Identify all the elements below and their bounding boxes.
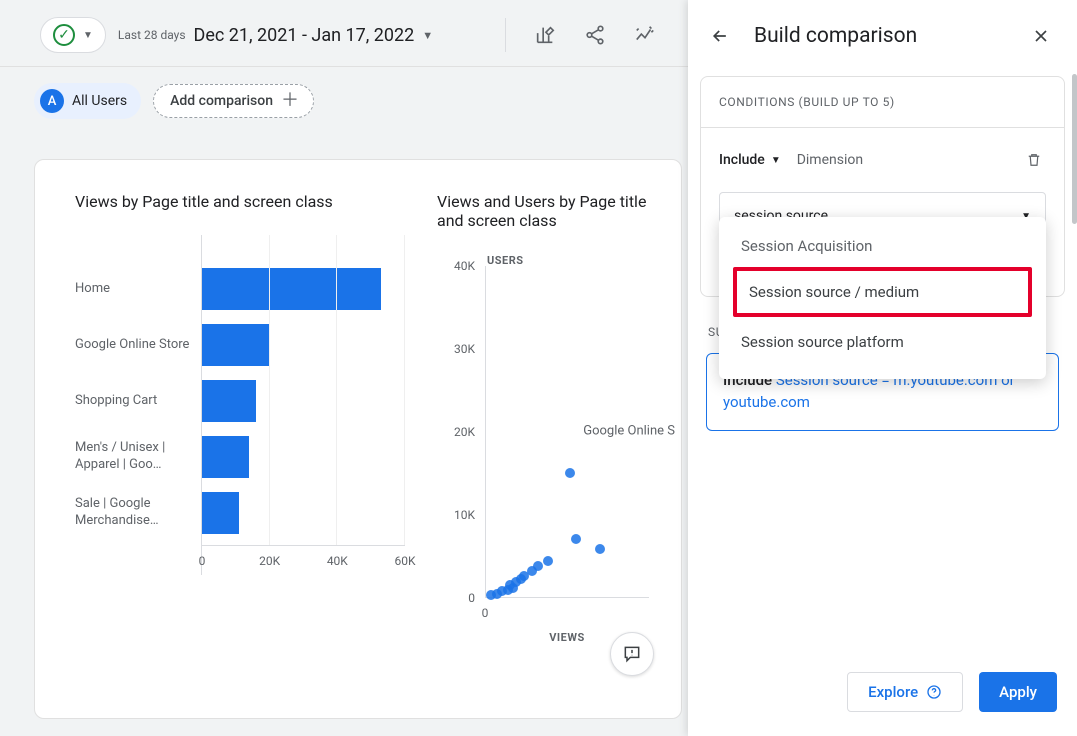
main-area: ✓ ▼ Last 28 days Dec 21, 2021 - Jan 17, …	[0, 0, 688, 736]
bar[interactable]	[202, 324, 270, 366]
delete-condition-button[interactable]	[1022, 148, 1046, 172]
scatter-x-label: VIEWS	[549, 631, 585, 644]
topbar: ✓ ▼ Last 28 days Dec 21, 2021 - Jan 17, …	[0, 16, 688, 67]
help-icon	[926, 684, 942, 700]
conditions-card: CONDITIONS (BUILD UP TO 5) Include ▼ Dim…	[700, 76, 1065, 297]
charts-card: Views by Page title and screen class Hom…	[34, 159, 682, 719]
scatter-point[interactable]	[565, 468, 575, 478]
panel-footer: Explore Apply	[688, 656, 1077, 736]
scatter-x-tick: 0	[482, 606, 489, 620]
scatter-point-label: Google Online S	[583, 424, 675, 439]
panel-header: Build comparison	[688, 0, 1077, 72]
scatter-y-tick: 0	[468, 591, 475, 605]
bar-x-tick: 40K	[327, 554, 348, 568]
apply-label: Apply	[999, 683, 1037, 701]
scatter-point[interactable]	[533, 561, 543, 571]
feedback-icon	[622, 644, 642, 664]
explore-button[interactable]: Explore	[847, 672, 963, 712]
chevron-down-icon: ▼	[771, 155, 781, 166]
bar-x-tick: 60K	[394, 554, 415, 568]
include-exclude-select[interactable]: Include ▼	[719, 152, 781, 168]
bar[interactable]	[202, 268, 381, 310]
bar-category-label: Men's / Unisex | Apparel | Goo…	[75, 429, 201, 485]
bar-row	[202, 261, 405, 317]
bar-x-tick: 20K	[259, 554, 280, 568]
add-comparison-label: Add comparison	[170, 93, 273, 109]
back-button[interactable]	[704, 20, 736, 52]
scatter-point[interactable]	[595, 544, 605, 554]
include-label: Include	[719, 152, 765, 168]
add-comparison-button[interactable]: Add comparison ＋	[153, 84, 314, 118]
bar-x-tick: 0	[199, 554, 206, 568]
bar-row	[202, 373, 405, 429]
bar[interactable]	[202, 436, 249, 478]
bar[interactable]	[202, 380, 256, 422]
dropdown-option[interactable]: Session source platform	[719, 319, 1046, 365]
customize-report-icon[interactable]	[526, 16, 564, 54]
check-circle-icon: ✓	[53, 24, 75, 46]
insights-icon[interactable]	[626, 16, 664, 54]
share-icon[interactable]	[576, 16, 614, 54]
pill-letter: A	[40, 89, 64, 113]
arrow-left-icon	[710, 26, 730, 46]
dimension-label: Dimension	[797, 152, 863, 168]
panel-body: CONDITIONS (BUILD UP TO 5) Include ▼ Dim…	[688, 72, 1077, 656]
bar-category-label: Shopping Cart	[75, 373, 201, 429]
trash-icon	[1025, 151, 1043, 169]
bar-category-label: Sale | Google Merchandise…	[75, 485, 201, 541]
chevron-down-icon: ▼	[83, 30, 93, 41]
scatter-y-tick: 20K	[454, 425, 475, 439]
bar-chart-title: Views by Page title and screen class	[75, 192, 405, 211]
date-range-value: Dec 21, 2021 - Jan 17, 2022	[194, 25, 415, 46]
scatter-y-tick: 40K	[454, 259, 475, 273]
bar-chart: Views by Page title and screen class Hom…	[75, 192, 405, 642]
feedback-button[interactable]	[610, 632, 654, 676]
scatter-point[interactable]	[571, 534, 581, 544]
status-chip[interactable]: ✓ ▼	[40, 17, 106, 53]
conditions-title: CONDITIONS (BUILD UP TO 5)	[701, 77, 1064, 128]
bar-row	[202, 317, 405, 373]
divider	[505, 18, 506, 52]
explore-label: Explore	[868, 683, 918, 701]
dropdown-group-header: Session Acquisition	[719, 227, 1046, 265]
bar-category-label: Google Online Store	[75, 317, 201, 373]
bar-category-label: Home	[75, 261, 201, 317]
dropdown-option[interactable]: Session source / medium	[733, 267, 1032, 317]
bar-row	[202, 429, 405, 485]
chevron-down-icon: ▼	[422, 29, 433, 42]
apply-button[interactable]: Apply	[979, 672, 1057, 712]
scatter-point[interactable]	[543, 556, 553, 566]
date-range-label: Last 28 days	[118, 28, 186, 42]
scrollbar[interactable]	[1072, 74, 1077, 224]
date-range-picker[interactable]: Last 28 days Dec 21, 2021 - Jan 17, 2022…	[118, 25, 433, 46]
close-icon	[1031, 26, 1051, 46]
bar[interactable]	[202, 492, 239, 534]
comparison-row: A All Users Add comparison ＋	[0, 67, 688, 135]
dimension-dropdown: Session Acquisition Session source / med…	[719, 217, 1046, 379]
pill-label: All Users	[72, 93, 127, 109]
comparison-pill-all-users[interactable]: A All Users	[34, 83, 141, 119]
scatter-chart: Views and Users by Page title and screen…	[437, 192, 653, 642]
build-comparison-panel: Build comparison CONDITIONS (BUILD UP TO…	[688, 0, 1077, 736]
bar-row	[202, 485, 405, 541]
panel-title: Build comparison	[754, 24, 1007, 48]
scatter-chart-title: Views and Users by Page title and screen…	[437, 192, 653, 230]
scatter-y-tick: 30K	[454, 342, 475, 356]
scatter-y-tick: 10K	[454, 508, 475, 522]
plus-icon: ＋	[281, 92, 299, 110]
close-button[interactable]	[1025, 20, 1057, 52]
